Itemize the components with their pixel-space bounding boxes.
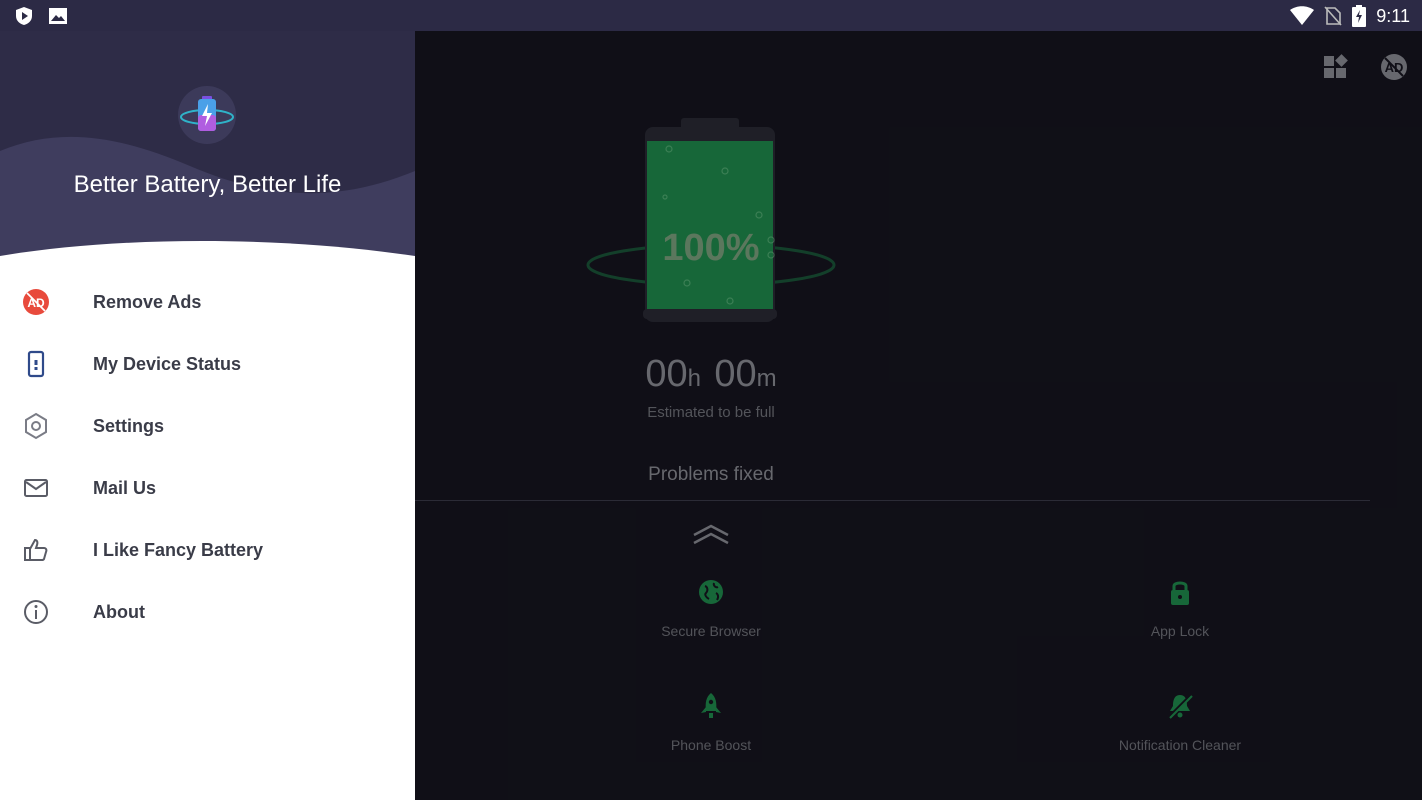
wifi-icon [1290, 6, 1315, 25]
minutes-unit: m [756, 365, 777, 392]
time-estimate: 00h 00m [415, 353, 1007, 396]
drawer-slogan: Better Battery, Better Life [73, 171, 342, 198]
info-icon [24, 600, 48, 624]
menu-item-label: Remove Ads [93, 291, 202, 312]
estimate-label: Estimated to be full [647, 404, 775, 421]
menu-item-like[interactable]: I Like Fancy Battery [0, 519, 415, 581]
menu-item-settings[interactable]: Settings [0, 395, 415, 457]
image-icon [49, 8, 67, 24]
shield-play-icon [16, 7, 32, 25]
feature-label: Secure Browser [661, 623, 761, 639]
thumbs-up-icon [24, 538, 48, 561]
hours-unit: h [687, 365, 701, 392]
battery-graphic: 100% [585, 115, 837, 330]
chevron-up-icon[interactable] [691, 521, 731, 545]
bell-off-icon [1167, 693, 1193, 719]
hours-value: 00 [645, 353, 688, 395]
drawer-header: Better Battery, Better Life [0, 31, 415, 271]
no-sim-icon [1324, 6, 1342, 26]
menu-item-label: My Device Status [93, 353, 242, 374]
lock-icon [1171, 581, 1189, 605]
rocket-icon [701, 693, 721, 718]
gear-icon [25, 412, 47, 440]
problems-fixed-label[interactable]: Problems fixed [415, 464, 1007, 486]
feature-app-lock[interactable]: App Lock [1070, 577, 1290, 639]
feature-secure-browser[interactable]: Secure Browser [601, 577, 821, 639]
feature-phone-boost[interactable]: Phone Boost [601, 691, 821, 753]
no-ads-icon: AD [23, 289, 49, 315]
phone-icon [27, 350, 45, 378]
app-logo [177, 85, 237, 145]
battery-charging-icon [1352, 5, 1367, 27]
navigation-drawer: Better Battery, Better Life AD Remove Ad… [0, 31, 415, 800]
feature-label: Phone Boost [670, 737, 752, 753]
menu-item-label: About [93, 601, 145, 622]
menu-item-about[interactable]: About [0, 581, 415, 643]
menu-item-mail-us[interactable]: Mail Us [0, 457, 415, 519]
globe-icon [699, 580, 723, 604]
menu-item-remove-ads[interactable]: AD Remove Ads [0, 271, 415, 333]
drawer-menu: AD Remove Ads My Device Status Settings [0, 271, 415, 643]
status-time: 9:11 [1376, 5, 1410, 26]
mail-icon [24, 479, 48, 497]
apps-grid-icon[interactable] [1322, 53, 1350, 81]
minutes-value: 00 [714, 353, 757, 395]
divider [415, 500, 1370, 501]
menu-item-label: Mail Us [93, 477, 157, 498]
menu-item-device-status[interactable]: My Device Status [0, 333, 415, 395]
feature-label: Notification Cleaner [1118, 737, 1242, 753]
feature-notification-cleaner[interactable]: Notification Cleaner [1070, 691, 1290, 753]
feature-label: App Lock [1150, 623, 1210, 639]
status-bar: 9:11 [0, 0, 1422, 31]
menu-item-label: Settings [93, 415, 165, 436]
no-ads-icon[interactable]: AD [1380, 53, 1408, 81]
menu-item-label: I Like Fancy Battery [93, 539, 264, 560]
main-panel: AD 100% 00h 00m E [415, 31, 1422, 800]
battery-percent: 100% [662, 227, 760, 269]
